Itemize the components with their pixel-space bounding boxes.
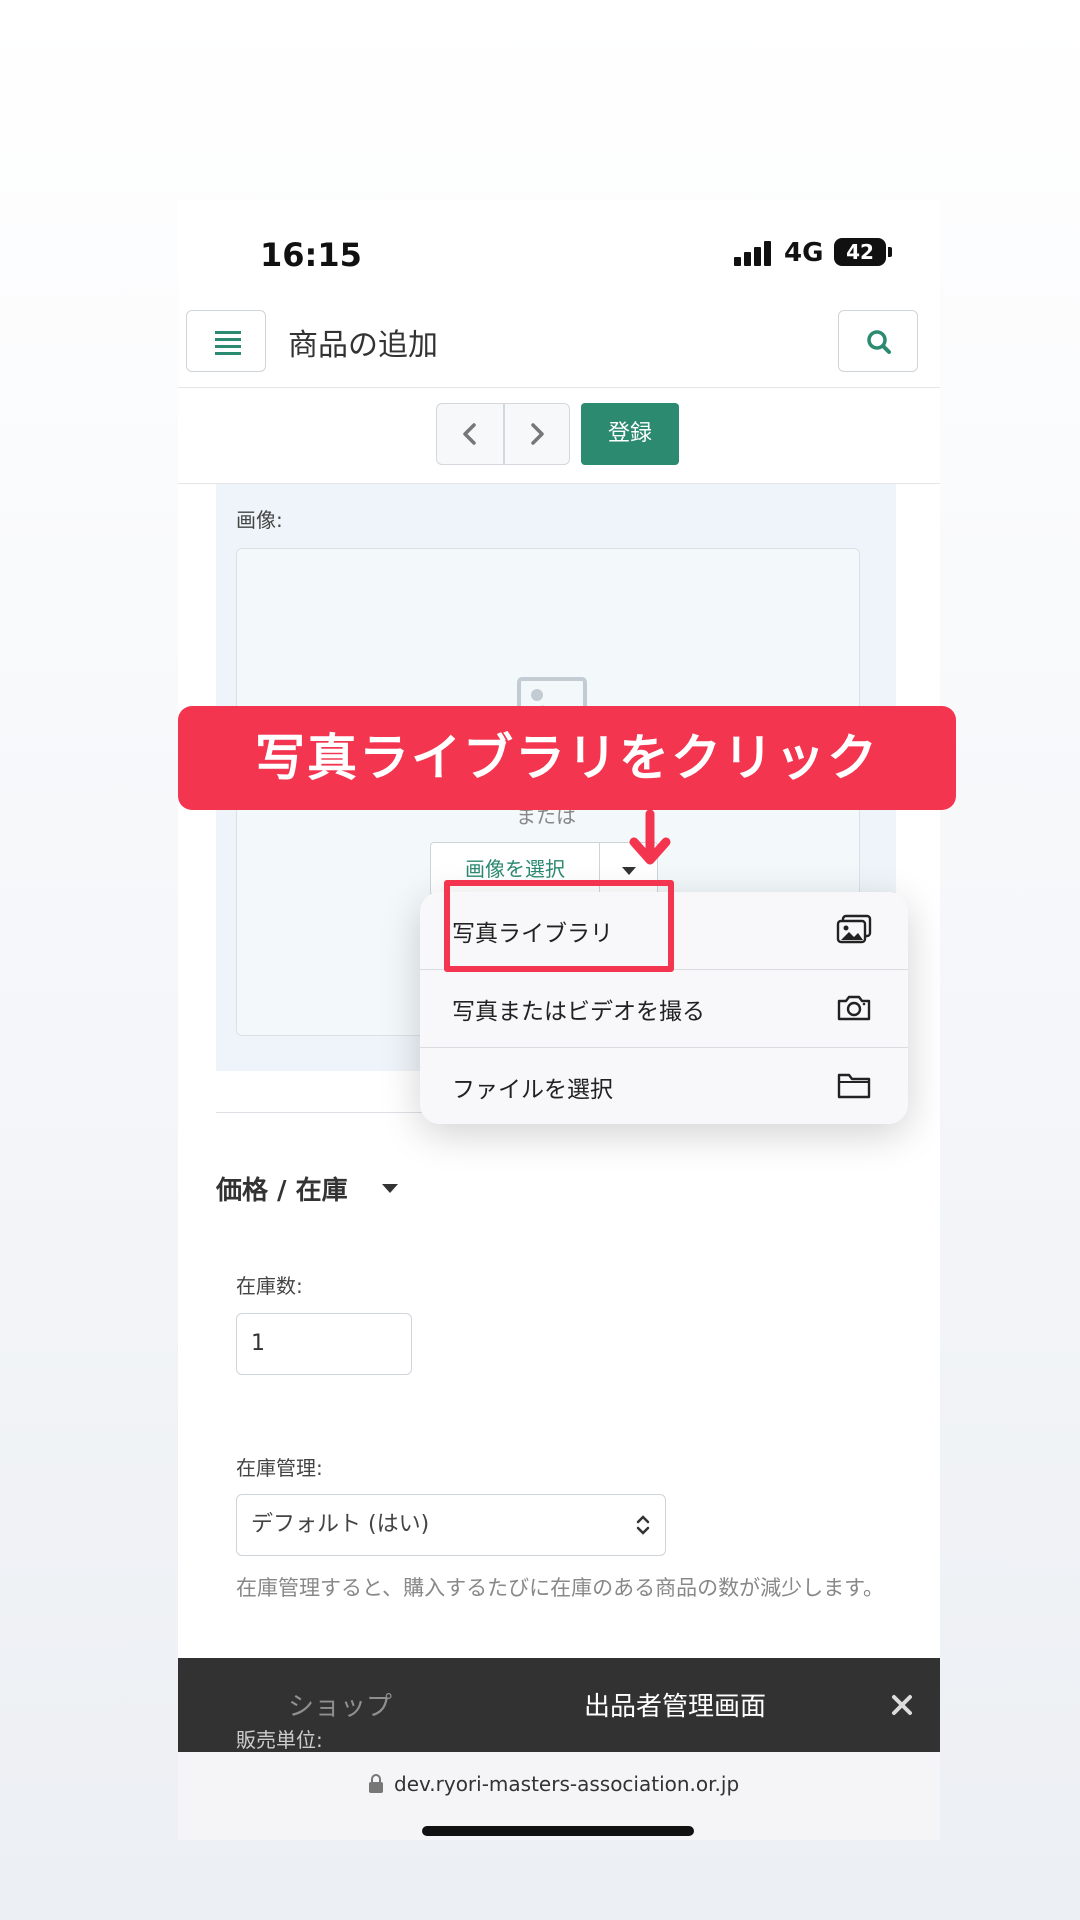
app-header: 商品の追加 bbox=[178, 292, 940, 388]
close-icon bbox=[892, 1695, 912, 1715]
annotation-arrow-icon bbox=[629, 810, 671, 865]
chevron-left-icon bbox=[463, 423, 476, 445]
menu-item-label: ファイルを選択 bbox=[452, 1077, 613, 1103]
stock-management-help: 在庫管理すると、購入するたびに在庫のある商品の数が減少します。 bbox=[236, 1576, 885, 1600]
search-button[interactable] bbox=[838, 310, 918, 372]
menu-item-choose-file[interactable]: ファイルを選択 bbox=[420, 1048, 908, 1124]
annotation-banner: 写真ライブラリをクリック bbox=[178, 706, 956, 810]
image-label: 画像: bbox=[236, 508, 283, 532]
search-icon bbox=[867, 330, 891, 354]
status-bar: 16:15 4G 42 bbox=[178, 200, 940, 290]
menu-item-take-photo[interactable]: 写真またはビデオを撮る bbox=[420, 970, 908, 1047]
close-button[interactable] bbox=[884, 1684, 920, 1724]
page-title: 商品の追加 bbox=[288, 328, 438, 363]
battery-icon: 42 bbox=[834, 238, 886, 266]
price-stock-heading[interactable]: 価格 / 在庫 bbox=[216, 1170, 348, 1207]
annotation-highlight-box bbox=[444, 880, 674, 972]
stock-quantity-input[interactable]: 1 bbox=[236, 1313, 412, 1375]
battery-tip bbox=[888, 247, 892, 257]
signal-icon bbox=[734, 240, 774, 266]
register-button[interactable]: 登録 bbox=[581, 403, 679, 465]
prev-button[interactable] bbox=[437, 404, 503, 464]
folder-icon bbox=[837, 1073, 871, 1099]
chevron-right-icon bbox=[531, 423, 544, 445]
stock-management-label: 在庫管理: bbox=[236, 1456, 323, 1480]
menu-button[interactable] bbox=[186, 310, 266, 372]
toolbar: 登録 bbox=[178, 388, 940, 484]
stock-quantity-label: 在庫数: bbox=[236, 1274, 303, 1298]
status-time: 16:15 bbox=[260, 236, 362, 274]
photo-library-icon bbox=[836, 914, 872, 944]
phone-screen: 16:15 4G 42 商品の追加 登録 画像: または 画像を選択 価格 / … bbox=[178, 200, 940, 1840]
home-indicator[interactable] bbox=[422, 1826, 694, 1836]
tab-seller-admin[interactable]: 出品者管理画面 bbox=[584, 1686, 766, 1723]
tab-indicator bbox=[498, 1650, 860, 1658]
pager bbox=[436, 403, 570, 465]
camera-icon bbox=[837, 995, 871, 1021]
network-label: 4G bbox=[784, 238, 824, 268]
sales-unit-label: 販売単位: bbox=[236, 1728, 323, 1752]
menu-item-label: 写真またはビデオを撮る bbox=[452, 999, 705, 1025]
select-arrows-icon bbox=[636, 1515, 650, 1535]
stock-management-select[interactable]: デフォルト (はい) bbox=[236, 1494, 666, 1556]
browser-url-bar[interactable]: dev.ryori-masters-association.or.jp bbox=[178, 1752, 940, 1840]
caret-down-icon[interactable] bbox=[382, 1184, 398, 1193]
tab-shop[interactable]: ショップ bbox=[288, 1686, 392, 1723]
url-text: dev.ryori-masters-association.or.jp bbox=[394, 1772, 740, 1796]
lock-icon bbox=[369, 1774, 383, 1793]
next-button[interactable] bbox=[504, 404, 570, 464]
